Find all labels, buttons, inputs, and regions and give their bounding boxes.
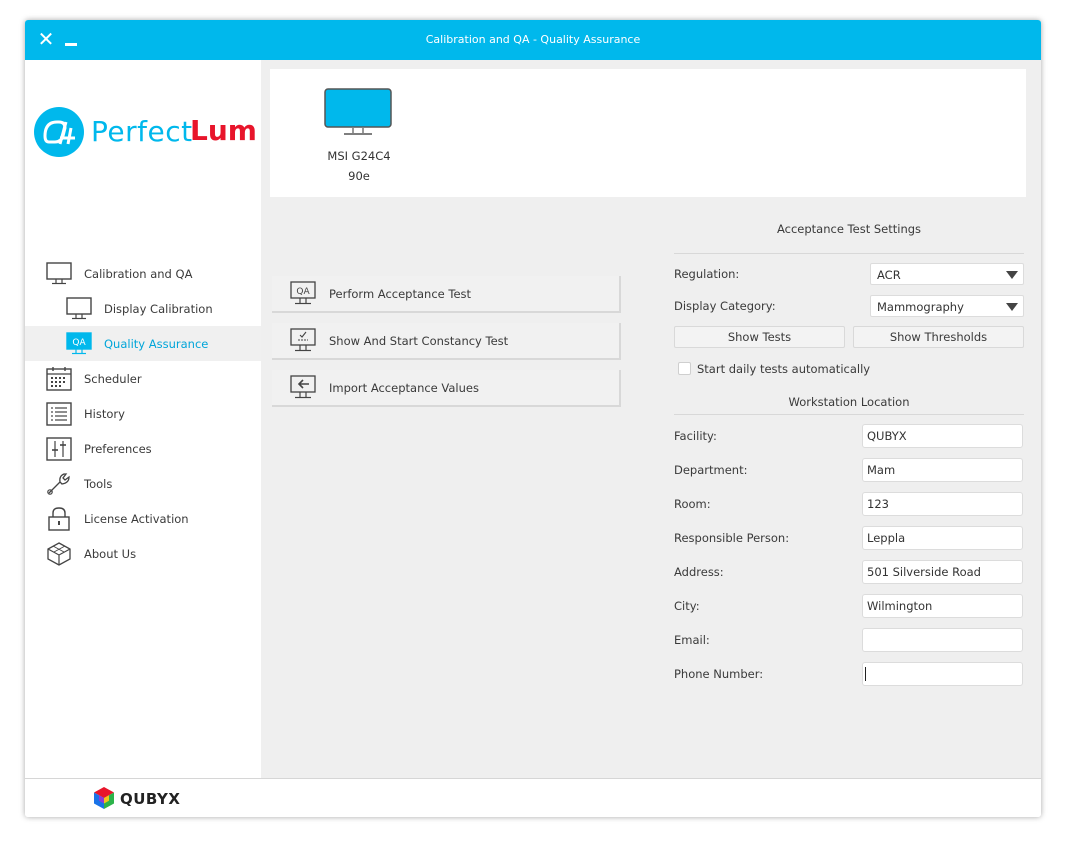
- sidebar-item-tools[interactable]: Tools: [25, 466, 261, 501]
- department-field[interactable]: [862, 458, 1023, 482]
- acceptance-settings-title: Acceptance Test Settings: [776, 222, 922, 236]
- show-tests-button[interactable]: Show Tests: [674, 326, 845, 348]
- lock-icon: [48, 507, 70, 531]
- action-button-label: Show And Start Constancy Test: [329, 334, 509, 348]
- address-label: Address:: [674, 565, 724, 579]
- list-icon: [46, 402, 72, 426]
- sidebar-item-label: License Activation: [84, 512, 189, 526]
- display-category-value: Mammography: [877, 300, 964, 314]
- main-content: MSI G24C4 90e QA Perform Acceptance Test: [261, 60, 1041, 778]
- wrench-icon: [47, 473, 70, 495]
- sidebar-item-label: Quality Assurance: [104, 337, 209, 351]
- cube-icon: [47, 542, 71, 566]
- sidebar-item-label: Display Calibration: [104, 302, 213, 316]
- title-bar: ✕ Calibration and QA - Quality Assurance: [25, 20, 1041, 60]
- room-label: Room:: [674, 497, 711, 511]
- text-caret: [865, 667, 866, 681]
- dropdown-arrow-icon: [1006, 303, 1018, 311]
- sidebar-item-preferences[interactable]: Preferences: [25, 431, 261, 466]
- sidebar-item-label: Tools: [84, 477, 113, 491]
- qa-logo-icon: [34, 107, 84, 157]
- calendar-icon: [46, 367, 72, 391]
- room-field[interactable]: [862, 492, 1023, 516]
- show-thresholds-button[interactable]: Show Thresholds: [853, 326, 1024, 348]
- sidebar-item-license-activation[interactable]: License Activation: [25, 501, 261, 536]
- department-label: Department:: [674, 463, 748, 477]
- perfectlum-logo: Perfect Lum: [33, 106, 259, 160]
- display-category-select[interactable]: Mammography: [870, 295, 1024, 317]
- perform-acceptance-test-button[interactable]: QA Perform Acceptance Test: [272, 276, 621, 313]
- regulation-value: ACR: [877, 268, 901, 282]
- regulation-select[interactable]: ACR: [870, 263, 1024, 285]
- display-name: MSI G24C4: [327, 149, 391, 163]
- divider: [674, 253, 1024, 254]
- sidebar-item-about-us[interactable]: About Us: [25, 536, 261, 571]
- phone-number-field[interactable]: [862, 662, 1023, 686]
- sidebar-item-label: About Us: [84, 547, 137, 561]
- qa-icon-text: QA: [72, 338, 86, 348]
- email-label: Email:: [674, 633, 710, 647]
- qubyx-brand-text: QUBYX: [120, 790, 181, 808]
- sidebar: Perfect Lum Calibration and QA Display C…: [25, 60, 261, 778]
- sidebar-item-history[interactable]: History: [25, 396, 261, 431]
- email-field[interactable]: [862, 628, 1023, 652]
- daily-tests-checkbox[interactable]: [678, 362, 691, 375]
- display-subtitle: 90e: [348, 169, 370, 183]
- sidebar-item-display-calibration[interactable]: Display Calibration: [25, 291, 261, 326]
- phone-number-label: Phone Number:: [674, 667, 764, 681]
- city-label: City:: [674, 599, 700, 613]
- daily-tests-label: Start daily tests automatically: [697, 362, 871, 376]
- display-category-label: Display Category:: [674, 299, 776, 313]
- display-panel: MSI G24C4 90e: [270, 69, 1026, 197]
- logo-word-perfect: Perfect: [91, 115, 193, 148]
- monitor-icon: [46, 262, 72, 285]
- display-tile[interactable]: MSI G24C4 90e: [314, 88, 404, 183]
- qa-monitor-icon: QA: [66, 332, 92, 355]
- logo-word-lum: Lum: [190, 114, 257, 147]
- sidebar-nav: Calibration and QA Display Calibration Q…: [25, 256, 261, 571]
- sidebar-item-label: Scheduler: [84, 372, 142, 386]
- show-start-constancy-test-button[interactable]: Show And Start Constancy Test: [272, 323, 621, 360]
- import-acceptance-values-button[interactable]: Import Acceptance Values: [272, 370, 621, 407]
- divider: [674, 414, 1024, 415]
- action-button-label: Import Acceptance Values: [329, 381, 479, 395]
- city-field[interactable]: [862, 594, 1023, 618]
- responsible-person-label: Responsible Person:: [674, 531, 790, 545]
- sidebar-item-label: Calibration and QA: [84, 267, 193, 281]
- qa-monitor-icon: QA: [290, 281, 316, 305]
- dropdown-arrow-icon: [1006, 271, 1018, 279]
- display-monitor-icon: [324, 88, 392, 135]
- sliders-icon: [46, 437, 72, 461]
- sidebar-item-calibration-qa[interactable]: Calibration and QA: [25, 256, 261, 291]
- regulation-label: Regulation:: [674, 267, 740, 281]
- address-field[interactable]: [862, 560, 1023, 584]
- responsible-person-field[interactable]: [862, 526, 1023, 550]
- monitor-icon: [66, 297, 92, 320]
- import-monitor-icon: [290, 375, 316, 399]
- app-window: ✕ Calibration and QA - Quality Assurance…: [25, 20, 1041, 817]
- sidebar-item-label: History: [84, 407, 125, 421]
- qa-icon-text: QA: [296, 287, 310, 297]
- sidebar-item-scheduler[interactable]: Scheduler: [25, 361, 261, 396]
- facility-label: Facility:: [674, 429, 717, 443]
- sidebar-item-label: Preferences: [84, 442, 152, 456]
- checklist-monitor-icon: [290, 328, 316, 352]
- footer: QUBYX: [25, 778, 1041, 817]
- facility-field[interactable]: [862, 424, 1023, 448]
- sidebar-item-quality-assurance[interactable]: QA Quality Assurance: [25, 326, 261, 361]
- window-title: Calibration and QA - Quality Assurance: [425, 33, 641, 46]
- action-button-label: Perform Acceptance Test: [329, 287, 472, 301]
- workstation-location-title: Workstation Location: [788, 395, 910, 409]
- qubyx-logo-icon: [94, 787, 114, 809]
